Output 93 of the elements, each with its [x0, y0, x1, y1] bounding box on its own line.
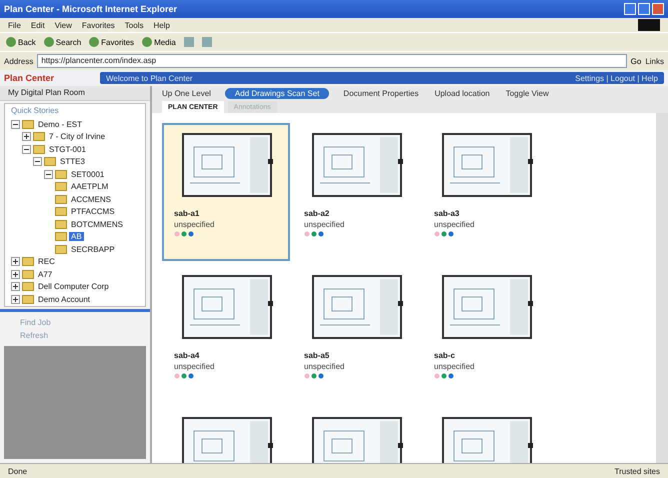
account-links[interactable]: Settings | Logout | Help [575, 74, 658, 82]
expander-icon[interactable] [11, 282, 20, 292]
status-text: Done [8, 466, 28, 476]
tree-item[interactable]: ACCMENS [69, 194, 114, 204]
status-dots-icon [174, 231, 196, 237]
expander-icon[interactable] [33, 157, 42, 166]
menu-item[interactable]: Help [153, 20, 170, 30]
nav-text: Welcome to Plan Center [106, 74, 193, 82]
tree-item[interactable]: BOTCMMENS [69, 220, 125, 229]
toolbar-button[interactable]: Document Properties [341, 89, 421, 98]
section-label: Quick Stories [10, 106, 60, 117]
sheet-name: sab-a4 [174, 351, 200, 360]
folder-icon [55, 170, 67, 179]
status-dots-icon [434, 231, 456, 237]
status-dots-icon [434, 373, 456, 379]
sheet-status: unspecified [174, 362, 214, 371]
folder-icon [55, 232, 67, 242]
sheet-name: sab-c [434, 351, 455, 360]
toolbar-button[interactable]: Up One Level [160, 89, 213, 98]
address-label: Address [4, 56, 34, 66]
sheet-name: sab-a1 [174, 209, 200, 218]
sheet-status: unspecified [434, 220, 474, 229]
folder-icon [55, 207, 67, 216]
zone-text: Trusted sites [614, 466, 660, 476]
maximize-button[interactable] [638, 3, 650, 15]
tree-item[interactable]: SET0001 [69, 170, 106, 179]
sheet-status: unspecified [304, 362, 344, 371]
sheet-card[interactable]: sab-a1 unspecified [162, 123, 290, 261]
menu-item[interactable]: Tools [124, 20, 144, 30]
folder-icon [44, 157, 56, 166]
sheet-status: unspecified [174, 220, 214, 229]
sheet-card[interactable]: sab-a2 unspecified [292, 123, 420, 261]
tree-item[interactable]: STTE3 [58, 157, 87, 166]
panel-header: My Digital Plan Room [0, 86, 150, 101]
status-dots-icon [304, 231, 326, 237]
expander-icon[interactable] [11, 120, 20, 129]
folder-icon [22, 270, 34, 279]
tree-item[interactable]: AAETPLM [69, 182, 110, 192]
sheet-name: sab-a5 [304, 351, 330, 360]
tree-item[interactable]: 7 - City of Irvine [47, 132, 108, 142]
minimize-button[interactable] [624, 3, 636, 15]
close-button[interactable] [652, 3, 664, 15]
tree-item[interactable]: STGT-001 [47, 144, 88, 154]
sheet-card[interactable]: sab-a4 unspecified [162, 265, 290, 403]
folder-icon [22, 120, 34, 129]
expander-icon[interactable] [22, 132, 31, 142]
sheet-status: unspecified [434, 362, 474, 371]
sheet-name: sab-a2 [304, 209, 330, 218]
address-field[interactable]: https://plancenter.com/index.asp [37, 54, 627, 68]
folder-icon [33, 144, 45, 154]
toolbar-button[interactable]: Back [6, 37, 36, 47]
tree-item[interactable]: A77 [36, 270, 54, 279]
menu-item[interactable]: Favorites [82, 20, 115, 30]
folder-icon [55, 244, 67, 254]
menu-item[interactable]: View [54, 20, 72, 30]
toolbar-button[interactable]: Toggle View [504, 89, 551, 98]
toolbar-button[interactable]: Media [142, 37, 176, 47]
sheet-name: sab-a3 [434, 209, 460, 218]
sheet-card[interactable]: sab-a3 unspecified [422, 123, 550, 261]
tree-item[interactable]: SECRBAPP [69, 244, 117, 254]
tree-item[interactable]: REC [36, 257, 57, 266]
go-button[interactable]: Go [630, 56, 642, 66]
sheet-card[interactable]: sab-a5 unspecified [292, 265, 420, 403]
expander-icon[interactable] [44, 170, 53, 179]
expander-icon[interactable] [22, 144, 31, 154]
menu-item[interactable]: File [8, 20, 21, 30]
folder-icon [55, 194, 67, 204]
tree-item[interactable]: Demo Account [36, 294, 92, 304]
tree-item[interactable]: PTFACCMS [69, 207, 117, 216]
folder-icon [55, 220, 67, 229]
expander-icon[interactable] [11, 294, 20, 304]
toolbar-button[interactable]: Add Drawings Scan Set [224, 88, 330, 99]
tree-item[interactable]: AB [69, 232, 84, 242]
folder-icon [22, 257, 34, 266]
folder-icon [33, 132, 45, 142]
toolbar-button[interactable]: Upload location [432, 89, 492, 98]
folder-icon [55, 182, 67, 192]
expander-icon[interactable] [11, 257, 20, 266]
folder-icon [22, 294, 34, 304]
toolbar-button[interactable]: Search [44, 37, 82, 47]
folder-icon [22, 282, 34, 292]
tree-item[interactable]: Demo - EST [36, 120, 84, 129]
status-dots-icon [174, 373, 196, 379]
brand-logo: Plan Center [4, 73, 56, 83]
expander-icon[interactable] [11, 270, 20, 279]
sheet-status: unspecified [304, 220, 344, 229]
tree-item[interactable]: Dell Computer Corp [36, 282, 111, 292]
links-label[interactable]: Links [645, 56, 664, 66]
window-title: Plan Center - Microsoft Internet Explorer [4, 4, 178, 14]
toolbar-button[interactable]: Favorites [89, 37, 134, 47]
status-dots-icon [304, 373, 326, 379]
menu-item[interactable]: Edit [30, 20, 45, 30]
sheet-card[interactable]: sab-c unspecified [422, 265, 550, 403]
